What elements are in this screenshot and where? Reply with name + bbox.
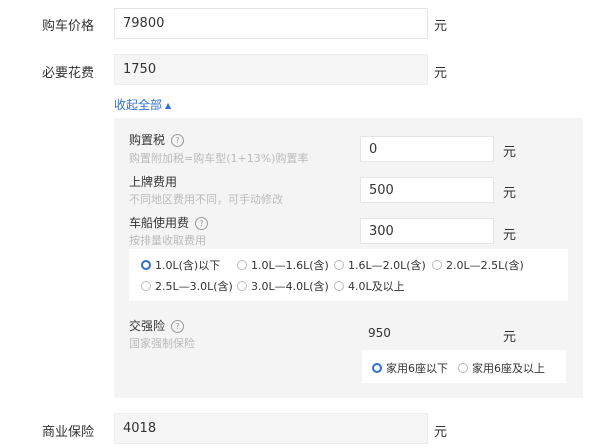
displacement-option[interactable]: 4.0L及以上 [334, 278, 405, 294]
compulsory-insurance-label: 交强险 [129, 319, 166, 333]
purchase-tax-label: 购置税 [129, 133, 166, 147]
commercial-insurance-label: 商业保险 [42, 425, 95, 440]
compulsory-insurance-hint: 国家强制保险 [129, 337, 195, 350]
seat-options: 家用6座以下 家用6座及以上 [362, 350, 566, 383]
help-icon[interactable]: ? [171, 134, 185, 147]
displacement-option[interactable]: 1.0L(含)以下 [141, 257, 220, 273]
commercial-insurance-unit: 元 [434, 425, 448, 440]
required-cost-unit: 元 [434, 66, 448, 81]
radio-icon [458, 363, 468, 373]
radio-checked-icon [141, 260, 151, 270]
vehicle-tax-label: 车船使用费 [129, 216, 190, 230]
commercial-insurance-value: 4018 [114, 413, 428, 444]
radio-icon [141, 281, 151, 291]
collapse-all-label: 收起全部 [114, 98, 163, 112]
radio-icon [237, 260, 247, 270]
vehicle-tax-title: 车船使用费? [129, 214, 209, 231]
seat-option[interactable]: 家用6座及以上 [458, 360, 545, 376]
seat-option[interactable]: 家用6座以下 [372, 360, 448, 376]
radio-icon [432, 260, 442, 270]
collapse-all-toggle[interactable]: 收起全部 ▲ [114, 96, 171, 113]
radio-icon [334, 260, 344, 270]
compulsory-insurance-unit: 元 [503, 330, 517, 345]
plate-fee-label: 上牌费用 [129, 175, 178, 189]
vehicle-tax-hint: 按排量收取费用 [129, 234, 206, 247]
displacement-option[interactable]: 1.0L—1.6L(含) [237, 257, 329, 273]
plate-fee-input[interactable]: 500 [360, 177, 494, 203]
caret-up-icon: ▲ [165, 101, 172, 110]
radio-icon [334, 281, 344, 291]
displacement-option[interactable]: 2.5L—3.0L(含) [141, 278, 233, 294]
displacement-option[interactable]: 2.0L—2.5L(含) [432, 257, 524, 273]
purchase-tax-title: 购置税? [129, 131, 185, 148]
help-icon[interactable]: ? [195, 217, 209, 230]
compulsory-insurance-title: 交强险? [129, 317, 185, 334]
purchase-tax-hint: 购置附加税=购车型(1+13%)购置率 [129, 152, 309, 165]
purchase-tax-input[interactable]: 0 [360, 136, 494, 162]
price-unit: 元 [434, 19, 448, 34]
help-icon[interactable]: ? [171, 320, 185, 333]
plate-fee-hint: 不同地区费用不同，可手动修改 [129, 193, 283, 206]
required-cost-value: 1750 [114, 54, 428, 85]
plate-fee-unit: 元 [503, 186, 517, 201]
purchase-tax-unit: 元 [503, 145, 517, 160]
displacement-option[interactable]: 3.0L—4.0L(含) [237, 278, 329, 294]
vehicle-tax-input[interactable]: 300 [360, 218, 494, 244]
displacement-option[interactable]: 1.6L—2.0L(含) [334, 257, 426, 273]
radio-checked-icon [372, 363, 382, 373]
price-label: 购车价格 [42, 19, 95, 34]
radio-icon [237, 281, 247, 291]
price-input[interactable]: 79800 [114, 8, 428, 39]
vehicle-tax-unit: 元 [503, 228, 517, 243]
compulsory-insurance-value: 950 [368, 326, 391, 340]
displacement-options: 1.0L(含)以下 1.0L—1.6L(含) 1.6L—2.0L(含) 2.0L… [129, 249, 568, 301]
required-cost-label: 必要花费 [42, 66, 95, 81]
